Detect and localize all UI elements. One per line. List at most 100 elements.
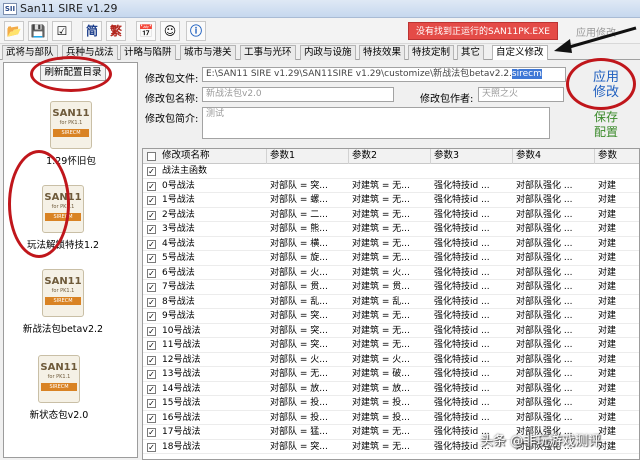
column-header[interactable]: 参数 [595,149,639,164]
toolbar: 📂 💾 ☑ 简 繁 📅 ☺ ⓘ 没有找到正运行的SAN11PK.EXE 应用修改 [0,18,640,44]
row-checkbox[interactable]: ✓ [147,355,156,365]
traditional-button[interactable]: 繁 [106,21,126,41]
tab-domestic[interactable]: 内政与设施 [300,45,356,60]
tab-skill-effects[interactable]: 特技效果 [359,45,406,60]
row-checkbox[interactable]: ✓ [147,370,156,379]
row-checkbox[interactable]: ✓ [147,210,156,220]
column-header[interactable]: 参数1 [267,149,349,164]
table-row[interactable]: ✓ 11号战法 对部队 = 突... 对建筑 = 无... 强化特技id ... 对部队强… [143,339,639,353]
description-label: 修改包简介: [145,114,199,125]
table-cell: 4号战法 [162,238,195,249]
column-header[interactable]: 参数3 [431,149,513,164]
table-row[interactable]: ✓ 14号战法 对部队 = 放... 对建筑 = 放... 强化特技id ... 对部队强… [143,383,639,396]
package-item[interactable]: SAN11 for PK1.1 SIRECM 新状态包v2.0 [4,355,124,421]
table-row[interactable]: ✓ 0号战法 对部队 = 突... 对建筑 = 无... 强化特技id ... 对部队强化… [143,180,639,193]
tab-strategy[interactable]: 计略与陷阱 [120,45,176,60]
table-cell: 对建 [598,325,617,336]
table-row[interactable]: ✓ 3号战法 对部队 = 熊... 对建筑 = 无... 强化特技id ... 对部队强化… [143,223,639,237]
character-face-icon[interactable]: ☺ [160,21,180,41]
table-row[interactable]: ✓ 4号战法 对部队 = 横... 对建筑 = 无... 强化特技id ... 对部队强化… [143,238,639,251]
table-cell: 对建 [598,238,617,249]
table-cell: 对建筑 = 无... [352,224,410,234]
row-checkbox[interactable]: ✓ [147,239,156,249]
tab-other[interactable]: 其它 [457,45,485,60]
row-checkbox[interactable]: ✓ [147,428,156,437]
table-row[interactable]: ✓ 战法主函数 [143,165,639,179]
tab-skill-custom[interactable]: 特技定制 [408,45,455,60]
table-cell: 对部队强化 ... [516,195,573,205]
row-checkbox[interactable]: ✓ [147,384,156,394]
row-checkbox[interactable]: ✓ [147,167,156,176]
table-cell: 对建筑 = 贯... [352,282,410,292]
column-header[interactable]: 参数2 [349,149,431,164]
table-cell [598,165,639,178]
select-all-checkbox[interactable] [147,152,156,161]
title-bar: SII San11 SIRE v1.29 [0,0,640,18]
table-cell: 对部队强化 ... [516,311,573,321]
table-row[interactable]: ✓ 6号战法 对部队 = 火... 对建筑 = 火... 强化特技id ... 对部队强化… [143,267,639,280]
table-row[interactable]: ✓ 10号战法 对部队 = 突... 对建筑 = 无... 强化特技id ... 对部队强… [143,325,639,338]
row-checkbox[interactable]: ✓ [147,442,156,452]
save-icon[interactable]: 💾 [28,21,48,41]
row-checkbox[interactable]: ✓ [147,341,156,350]
table-cell: 对建 [598,441,617,452]
package-label: 新战法包betav2.2 [22,324,104,335]
tab-generals[interactable]: 武将与部队 [2,45,58,60]
column-header[interactable]: 参数4 [513,149,595,164]
package-name-input[interactable]: 新战法包v2.0 [202,87,394,102]
table-cell: 11号战法 [162,340,201,350]
table-row[interactable]: ✓ 1号战法 对部队 = 螺... 对建筑 = 无... 强化特技id ... 对部队强化… [143,194,639,208]
table-cell: 强化特技id ... [434,369,490,379]
row-checkbox[interactable]: ✓ [147,254,156,263]
table-cell: 对建 [598,296,617,307]
apply-changes-button[interactable]: 应用 修改 [586,70,626,100]
row-checkbox[interactable]: ✓ [147,312,156,321]
apply-changes-button-disabled[interactable]: 应用修改 [576,24,616,39]
row-checkbox[interactable]: ✓ [147,399,156,408]
checklist-icon[interactable]: ☑ [52,21,72,41]
row-checkbox[interactable]: ✓ [147,181,156,191]
tab-troops[interactable]: 兵种与战法 [62,45,118,60]
table-row[interactable]: ✓ 15号战法 对部队 = 投... 对建筑 = 投... 强化特技id ... 对部队强… [143,397,639,411]
row-checkbox[interactable]: ✓ [147,283,156,292]
table-row[interactable]: ✓ 5号战法 对部队 = 旋... 对建筑 = 无... 强化特技id ... 对部队强化… [143,252,639,266]
table-cell: 对部队强化 ... [516,180,573,191]
file-label: 修改包文件: [145,74,199,85]
table-row[interactable]: ✓ 16号战法 对部队 = 投... 对建筑 = 投... 强化特技id ... 对部队强… [143,412,639,425]
table-cell: 强化特技id ... [434,354,490,365]
save-config-button[interactable]: 保存 配置 [586,110,626,140]
package-file-icon: SAN11 for PK1.1 SIRECM [42,185,84,233]
row-checkbox[interactable]: ✓ [147,225,156,234]
table-cell: 强化特技id ... [434,180,490,191]
row-checkbox[interactable]: ✓ [147,413,156,423]
table-row[interactable]: ✓ 2号战法 对部队 = 二... 对建筑 = 无... 强化特技id ... 对部队强化… [143,209,639,222]
table-row[interactable]: ✓ 12号战法 对部队 = 火... 对建筑 = 火... 强化特技id ... 对部队强… [143,354,639,367]
file-path-field[interactable]: E:\SAN11 SIRE v1.29\SAN11SIRE v1.29\cust… [202,67,566,82]
tab-custom-mods[interactable]: 自定义修改 [492,45,548,60]
package-item[interactable]: SAN11 for PK1.1 SIRECM 新战法包betav2.2 [4,269,128,335]
calendar-icon[interactable]: 📅 [136,21,156,41]
refresh-config-button[interactable]: 刷新配置目录 [40,65,106,81]
info-icon[interactable]: ⓘ [186,21,206,41]
package-item[interactable]: SAN11 for PK1.1 SIRECM 玩法解锁特技1.2 [4,185,128,251]
table-row[interactable]: ✓ 9号战法 对部队 = 突... 对建筑 = 无... 强化特技id ... 对部队强化… [143,310,639,324]
table-row[interactable]: ✓ 8号战法 对部队 = 乱... 对建筑 = 乱... 强化特技id ... 对部队强化… [143,296,639,309]
file-path-text: E:\SAN11 SIRE v1.29\SAN11SIRE v1.29\cust… [206,69,512,79]
simplified-button[interactable]: 简 [82,21,102,41]
package-item[interactable]: SAN11 for PK1.1 SIRECM 1.29怀旧包 [6,101,136,167]
package-file-icon: SAN11 for PK1.1 SIRECM [38,355,80,403]
package-author-input[interactable]: 天照之火 [478,87,564,102]
table-cell: 14号战法 [162,383,201,394]
row-checkbox[interactable]: ✓ [147,196,156,205]
table-cell: 强化特技id ... [434,412,490,423]
package-description-input[interactable]: 测试 [202,107,550,139]
table-row[interactable]: ✓ 7号战法 对部队 = 贯... 对建筑 = 贯... 强化特技id ... 对部队强化… [143,281,639,295]
table-row[interactable]: ✓ 13号战法 对部队 = 无... 对建筑 = 破... 强化特技id ... 对部队强… [143,368,639,382]
row-checkbox[interactable]: ✓ [147,297,156,307]
open-folder-icon[interactable]: 📂 [4,21,24,41]
tab-cities[interactable]: 城市与港关 [180,45,236,60]
column-header[interactable]: 修改项名称 [159,149,267,164]
row-checkbox[interactable]: ✓ [147,268,156,278]
tab-works[interactable]: 工事与光环 [240,45,296,60]
row-checkbox[interactable]: ✓ [147,326,156,336]
